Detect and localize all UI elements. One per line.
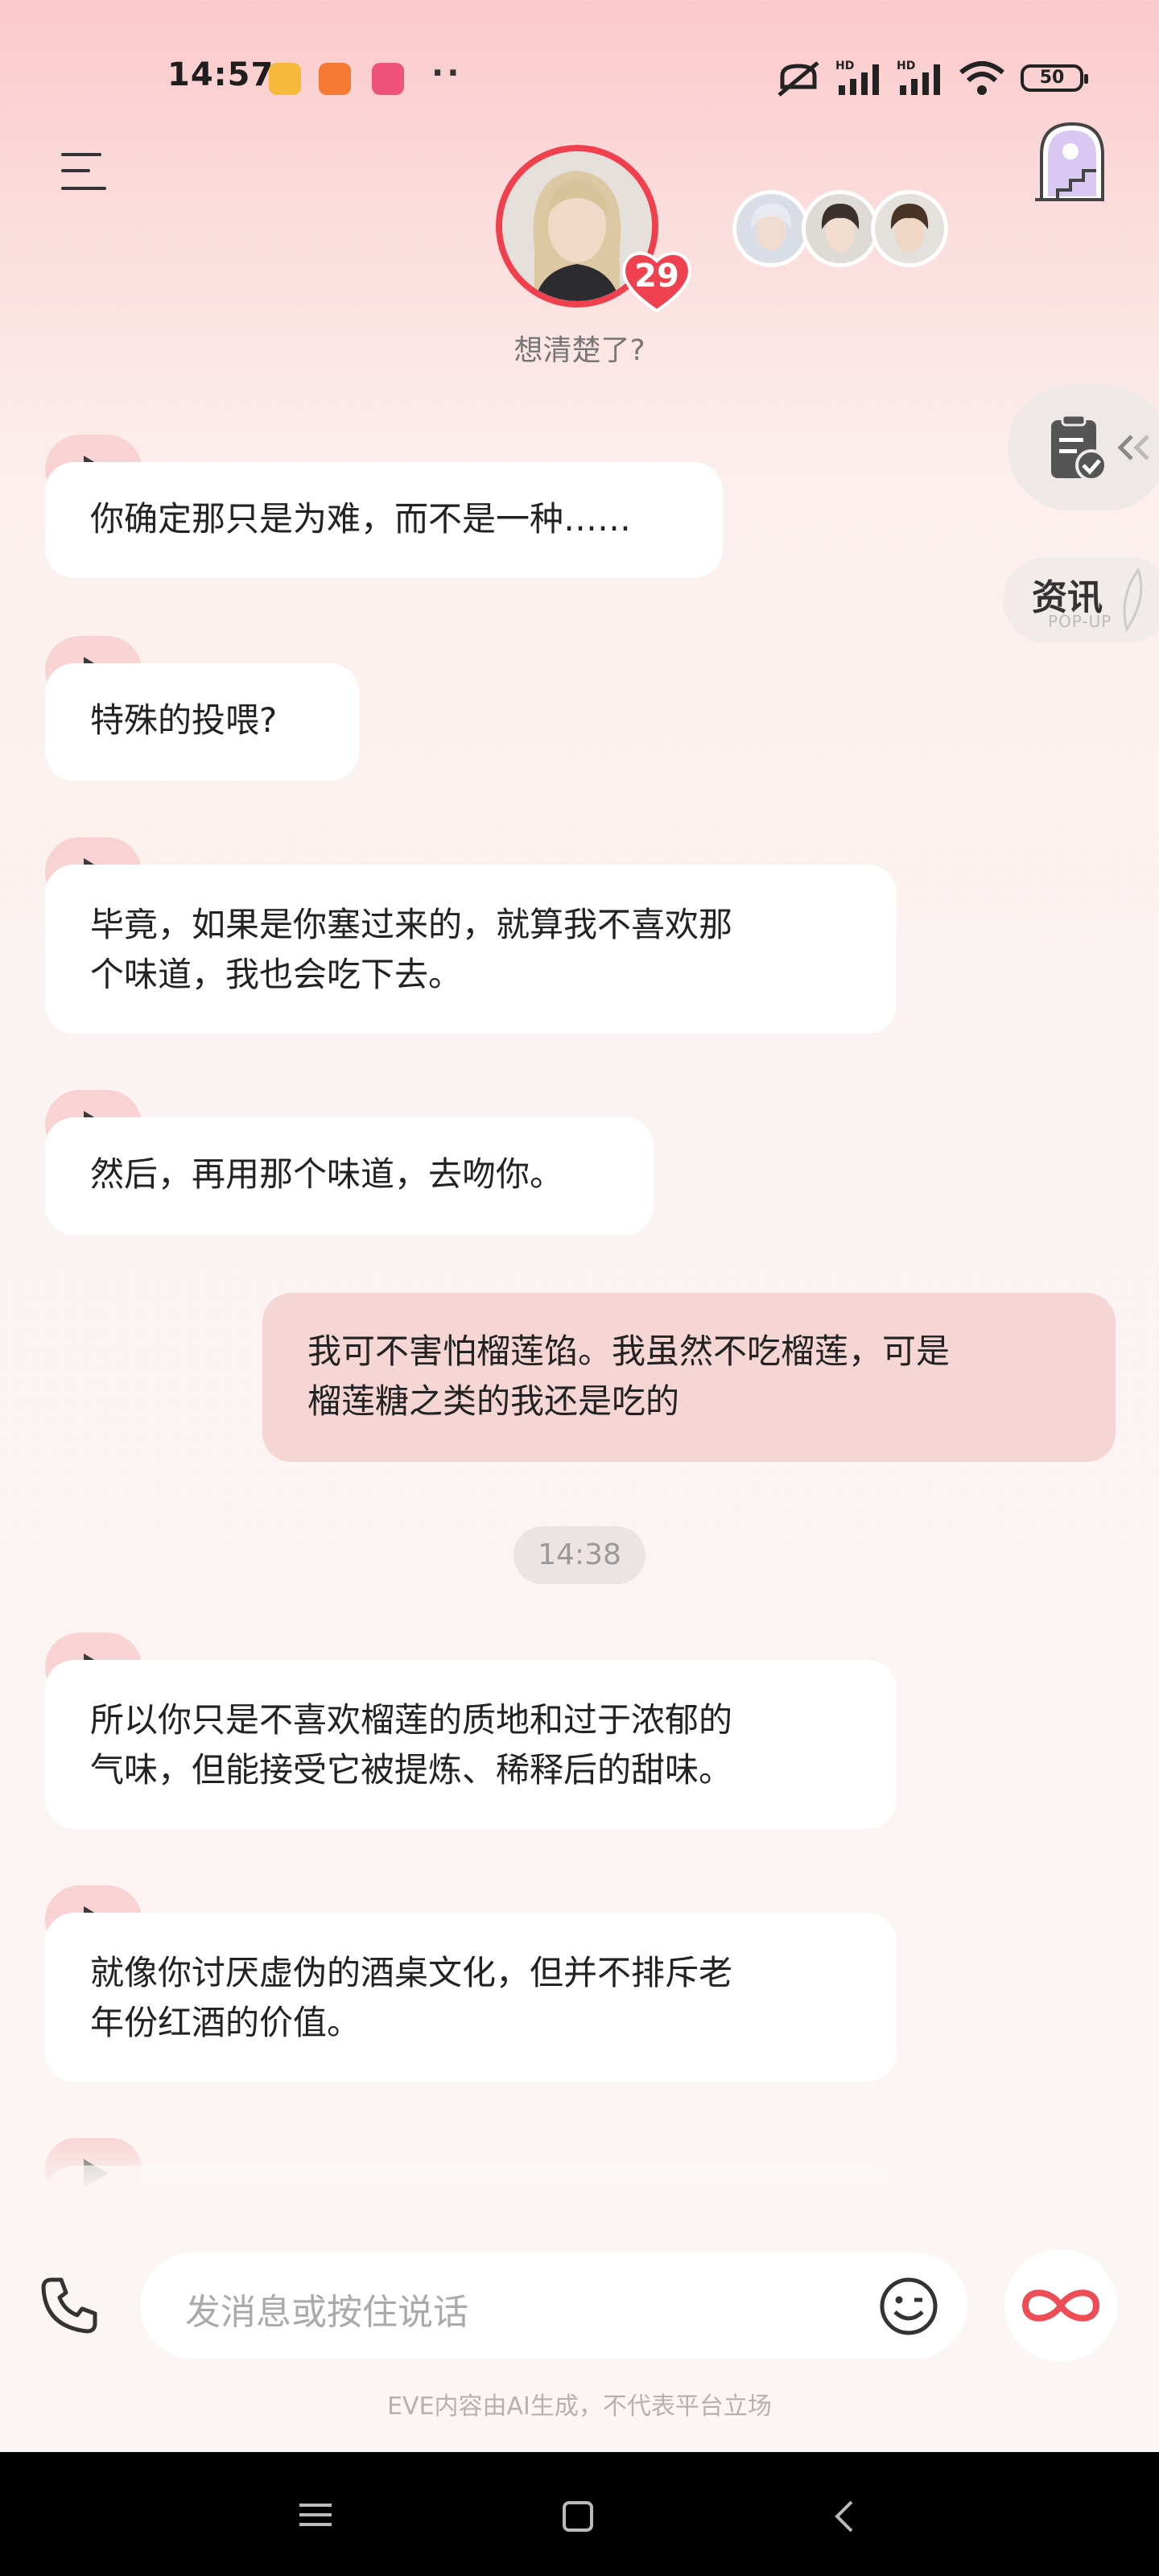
task-side-button[interactable]: [1008, 385, 1159, 510]
message-text-line: 我可不害怕榴莲馅。我虽然不吃榴莲，可是: [307, 1331, 951, 1371]
message-text-line: 榴莲糖之类的我还是吃的: [307, 1381, 680, 1421]
battery-icon: 50: [1021, 64, 1088, 92]
svg-text:HD: HD: [835, 60, 854, 72]
message-text-line: 气味，但能接受它被提炼、稀释后的甜味。: [90, 1750, 733, 1790]
ai-message-bubble: 毕竟，如果是你塞过来的，就算我不喜欢那 个味道，我也会吃下去。: [45, 865, 897, 1034]
home-nav-icon[interactable]: [562, 2500, 594, 2533]
menu-nav-icon[interactable]: [299, 2502, 332, 2528]
shop-app-icon: [319, 63, 351, 95]
other-character-avatar[interactable]: [802, 190, 879, 267]
emoji-icon[interactable]: [877, 2275, 940, 2338]
affection-heart-badge: 29: [620, 246, 694, 314]
ai-message-bubble: 特殊的投喂?: [45, 663, 359, 781]
system-nav-bar: [0, 2452, 1159, 2576]
chat-timestamp: 14:38: [514, 1526, 645, 1584]
signal-hd-icon: HD: [835, 60, 879, 95]
checklist-icon: [1051, 414, 1107, 481]
message-text-line: 所以你只是不喜欢榴莲的质地和过于浓郁的: [90, 1700, 733, 1740]
back-nav-icon[interactable]: [832, 2499, 856, 2534]
feather-icon: [1123, 567, 1143, 633]
message-text-line: 年份红酒的价值。: [90, 2003, 361, 2042]
status-time: 14:57: [167, 56, 274, 93]
more-dots-icon: ··: [431, 55, 463, 92]
mute-icon: [777, 61, 819, 97]
wifi-icon: [959, 61, 1004, 95]
affection-count: 29: [634, 258, 679, 295]
phone-icon[interactable]: [37, 2273, 101, 2338]
gallery-app-icon: [269, 63, 301, 95]
news-popup-button[interactable]: 资讯 POP-UP: [1003, 557, 1159, 642]
svg-text:HD: HD: [897, 60, 915, 72]
message-text-line: 个味道，我也会吃下去。: [90, 955, 463, 994]
signal-hd-icon: HD: [897, 60, 940, 95]
ai-message-bubble: 就像你讨厌虚伪的酒桌文化，但并不排斥老 年份红酒的价值。: [45, 1913, 897, 2082]
menu-icon[interactable]: [61, 151, 109, 193]
message-text: 你确定那只是为难，而不是一种……: [90, 499, 632, 539]
ai-disclaimer: EVE内容由AI生成，不代表平台立场: [387, 2392, 772, 2421]
ai-message-bubble: 所以你只是不喜欢榴莲的质地和过于浓郁的 气味，但能接受它被提炼、稀释后的甜味。: [45, 1660, 897, 1829]
user-message-bubble: 我可不害怕榴莲馅。我虽然不吃榴莲，可是 榴莲糖之类的我还是吃的: [262, 1293, 1116, 1462]
scroll-fade: [0, 2133, 1159, 2222]
message-text-line: 毕竟，如果是你塞过来的，就算我不喜欢那: [90, 905, 733, 944]
ai-message-bubble: 你确定那只是为难，而不是一种……: [45, 462, 723, 578]
infinity-icon: [1021, 2289, 1100, 2322]
character-status-subtitle: 想清楚了?: [514, 334, 645, 367]
message-text: 然后，再用那个味道，去吻你。: [90, 1154, 564, 1194]
message-text: 特殊的投喂?: [90, 700, 278, 740]
ai-message-bubble: 然后，再用那个味道，去吻你。: [45, 1117, 654, 1235]
message-text-line: 就像你讨厌虚伪的酒桌文化，但并不排斥老: [90, 1953, 733, 1992]
other-character-avatar[interactable]: [871, 190, 948, 267]
stairway-portal-icon[interactable]: [1033, 119, 1111, 203]
other-character-avatar[interactable]: [732, 190, 810, 267]
message-input-placeholder: 发消息或按住说话: [185, 2292, 468, 2333]
bilibili-app-icon: [372, 63, 404, 95]
collapse-arrows-icon: [1117, 435, 1149, 460]
infinity-send-button[interactable]: [1004, 2249, 1117, 2362]
